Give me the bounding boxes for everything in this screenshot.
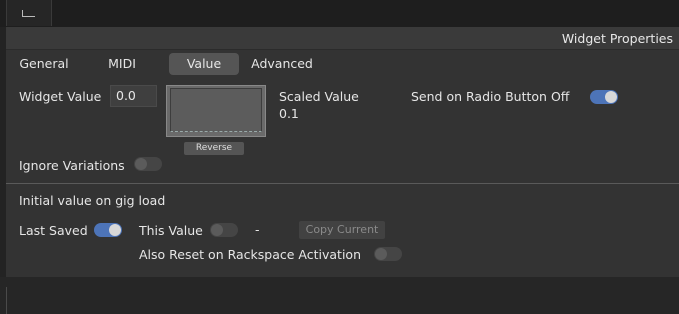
toggle-knob bbox=[605, 91, 617, 103]
also-reset-toggle[interactable] bbox=[374, 247, 402, 261]
send-on-radio-label: Send on Radio Button Off bbox=[411, 89, 570, 104]
widget-value-label: Widget Value bbox=[19, 89, 102, 104]
tab-general[interactable]: General bbox=[14, 53, 74, 75]
tab-advanced[interactable]: Advanced bbox=[248, 53, 316, 75]
panel-title: Widget Properties bbox=[561, 31, 673, 46]
ignore-variations-label: Ignore Variations bbox=[19, 158, 125, 173]
widget-preview-inner bbox=[170, 88, 262, 132]
also-reset-label: Also Reset on Rackspace Activation bbox=[139, 247, 361, 262]
toggle-knob bbox=[211, 224, 223, 236]
last-saved-label: Last Saved bbox=[19, 223, 88, 238]
scaled-value-label: Scaled Value bbox=[279, 89, 359, 104]
toggle-knob bbox=[109, 224, 121, 236]
initial-value-heading: Initial value on gig load bbox=[19, 193, 166, 208]
scaled-value: 0.1 bbox=[279, 106, 299, 121]
ignore-variations-toggle[interactable] bbox=[134, 157, 162, 171]
last-saved-toggle[interactable] bbox=[94, 223, 122, 237]
bottom-area bbox=[0, 277, 679, 314]
this-value-display: - bbox=[255, 222, 260, 237]
copy-current-button[interactable]: Copy Current bbox=[299, 221, 385, 239]
expand-button[interactable] bbox=[6, 0, 52, 26]
widget-value-input[interactable]: 0.0 bbox=[110, 85, 157, 107]
send-on-radio-toggle[interactable] bbox=[590, 90, 618, 104]
tab-midi[interactable]: MIDI bbox=[97, 53, 147, 75]
corner-icon bbox=[22, 10, 35, 17]
top-toolbar bbox=[0, 0, 679, 27]
divider bbox=[6, 183, 679, 184]
tab-value[interactable]: Value bbox=[169, 53, 239, 75]
this-value-label: This Value bbox=[139, 223, 203, 238]
this-value-toggle[interactable] bbox=[210, 223, 238, 237]
toggle-knob bbox=[375, 248, 387, 260]
bottom-divider bbox=[6, 287, 7, 314]
toggle-knob bbox=[135, 158, 147, 170]
reverse-button[interactable]: Reverse bbox=[184, 142, 244, 155]
